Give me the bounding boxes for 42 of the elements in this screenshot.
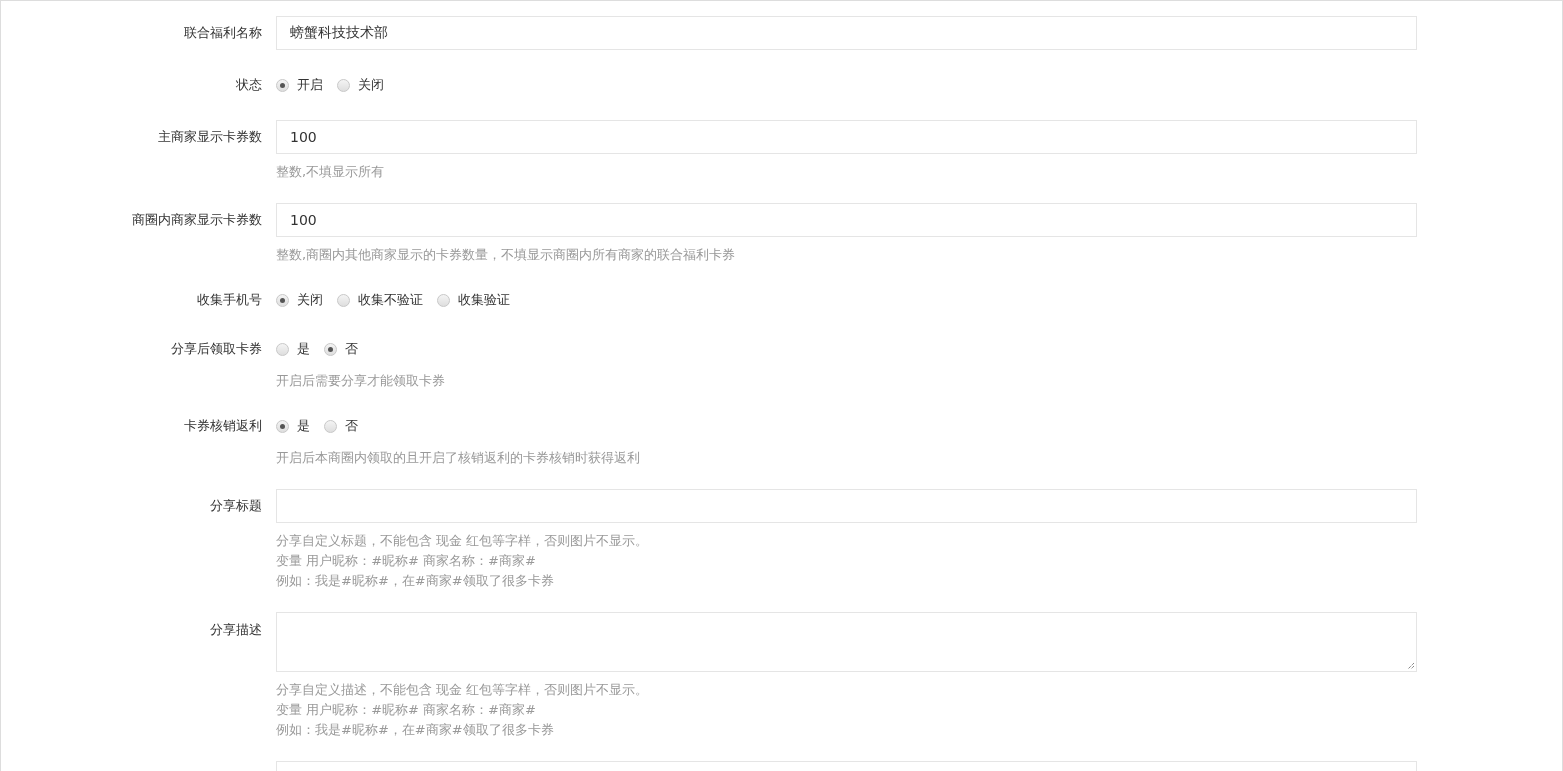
- radio-button[interactable]: [437, 293, 450, 307]
- help-text: 变量 用户昵称：#昵称# 商家名称：#商家#: [276, 701, 537, 719]
- radio-button[interactable]: [276, 78, 289, 92]
- radio-option[interactable]: 收集不验证: [337, 291, 423, 309]
- radio-button[interactable]: [337, 78, 350, 92]
- radio-option[interactable]: 开启: [276, 76, 323, 94]
- field-label: 联合福利名称: [184, 25, 262, 40]
- help-text: 例如：我是#昵称#，在#商家#领取了很多卡券: [276, 572, 555, 590]
- input-field[interactable]: 螃蟹科技技术部: [276, 16, 1417, 50]
- radio-option[interactable]: 是: [276, 417, 310, 435]
- help-text: 整数,不填显示所有: [276, 163, 386, 181]
- radio-option[interactable]: 否: [324, 340, 358, 358]
- radio-option[interactable]: 关闭: [276, 291, 323, 309]
- radio-option[interactable]: 否: [324, 417, 358, 435]
- help-text: 分享自定义描述，不能包含 现金 红包等字样，否则图片不显示。: [276, 681, 650, 699]
- radio-option[interactable]: 收集验证: [437, 291, 510, 309]
- radio-button[interactable]: [324, 419, 337, 433]
- radio-button[interactable]: [276, 419, 289, 433]
- help-text: 变量 用户昵称：#昵称# 商家名称：#商家#: [276, 552, 537, 570]
- help-text: 开启后本商圈内领取的且开启了核销返利的卡券核销时获得返利: [276, 449, 641, 467]
- input-field[interactable]: [276, 489, 1417, 523]
- field-label: 卡券核销返利: [184, 418, 262, 433]
- help-text: 例如：我是#昵称#，在#商家#领取了很多卡券: [276, 721, 555, 739]
- help-text: 开启后需要分享才能领取卡券: [276, 372, 446, 390]
- input-field[interactable]: 100: [276, 120, 1417, 154]
- radio-option[interactable]: 是: [276, 340, 310, 358]
- field-label: 主商家显示卡券数: [158, 129, 262, 144]
- field-label: 状态: [236, 77, 262, 92]
- radio-option[interactable]: 关闭: [337, 76, 384, 94]
- help-text: 整数,商圈内其他商家显示的卡券数量，不填显示商圈内所有商家的联合福利卡券: [276, 246, 737, 264]
- radio-button[interactable]: [337, 293, 350, 307]
- radio-button[interactable]: [276, 293, 289, 307]
- field-label: 收集手机号: [197, 292, 262, 307]
- field-label: 分享后领取卡券: [171, 341, 262, 356]
- radio-button[interactable]: [276, 342, 289, 356]
- field-label: 分享标题: [210, 498, 262, 513]
- field-label: 商圈内商家显示卡券数: [132, 212, 262, 227]
- field-label: 分享描述: [210, 622, 262, 637]
- radio-button[interactable]: [324, 342, 337, 356]
- resize-grip-icon[interactable]: [1407, 662, 1415, 670]
- input-field[interactable]: 100: [276, 203, 1417, 237]
- help-text: 分享自定义标题，不能包含 现金 红包等字样，否则图片不显示。: [276, 532, 650, 550]
